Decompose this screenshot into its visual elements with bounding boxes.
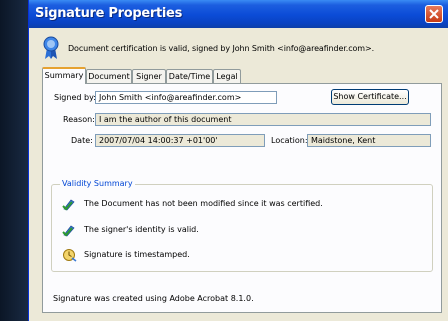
validity-item-text: The Document has not been modified since… bbox=[84, 199, 323, 208]
date-field: 2007/07/04 14:00:37 +01'00' bbox=[95, 134, 265, 147]
certification-status-text: Document certification is valid, signed … bbox=[68, 44, 375, 53]
reason-label: Reason: bbox=[63, 115, 95, 124]
reason-field: I am the author of this document bbox=[95, 113, 431, 126]
tab-strip: Summary Document Signer Date/Time Legal bbox=[42, 67, 442, 84]
date-label: Date: bbox=[71, 136, 93, 145]
tab-legal[interactable]: Legal bbox=[213, 69, 241, 83]
validity-item-identity: The signer's identity is valid. bbox=[62, 223, 422, 237]
validity-item-timestamp: Signature is timestamped. bbox=[62, 248, 422, 262]
dialog-client-area: Document certification is valid, signed … bbox=[32, 28, 446, 321]
validity-summary-title: Validity Summary bbox=[60, 179, 135, 188]
validity-item-text: The signer's identity is valid. bbox=[84, 225, 199, 234]
signature-properties-dialog: Signature Properties Document certificat… bbox=[28, 0, 448, 321]
signed-by-field: John Smith <info@areafinder.com> bbox=[95, 91, 277, 104]
signed-by-label: Signed by: bbox=[54, 93, 96, 102]
show-certificate-button[interactable]: Show Certificate... bbox=[331, 89, 409, 105]
close-button[interactable] bbox=[425, 5, 443, 23]
validity-summary-group: Validity Summary The Document has not be… bbox=[51, 179, 433, 272]
pen-check-icon bbox=[62, 199, 75, 211]
location-field: Maidstone, Kent bbox=[307, 134, 431, 147]
pen-check-icon bbox=[62, 225, 75, 237]
tab-signer[interactable]: Signer bbox=[132, 69, 166, 83]
signature-creator-text: Signature was created using Adobe Acroba… bbox=[53, 294, 254, 303]
certified-ribbon-icon bbox=[43, 36, 59, 59]
validity-item-not-modified: The Document has not been modified since… bbox=[62, 197, 422, 211]
validity-item-text: Signature is timestamped. bbox=[84, 250, 190, 259]
tab-document[interactable]: Document bbox=[86, 69, 132, 83]
title-bar[interactable]: Signature Properties bbox=[29, 0, 448, 28]
tab-date-time[interactable]: Date/Time bbox=[166, 69, 213, 83]
tab-summary[interactable]: Summary bbox=[42, 67, 86, 84]
timestamp-icon bbox=[63, 249, 77, 262]
certification-info: Document certification is valid, signed … bbox=[42, 36, 442, 62]
window-title: Signature Properties bbox=[35, 6, 183, 21]
location-label: Location: bbox=[271, 136, 308, 145]
summary-panel: Signed by: John Smith <info@areafinder.c… bbox=[42, 83, 442, 313]
close-icon bbox=[429, 9, 439, 19]
